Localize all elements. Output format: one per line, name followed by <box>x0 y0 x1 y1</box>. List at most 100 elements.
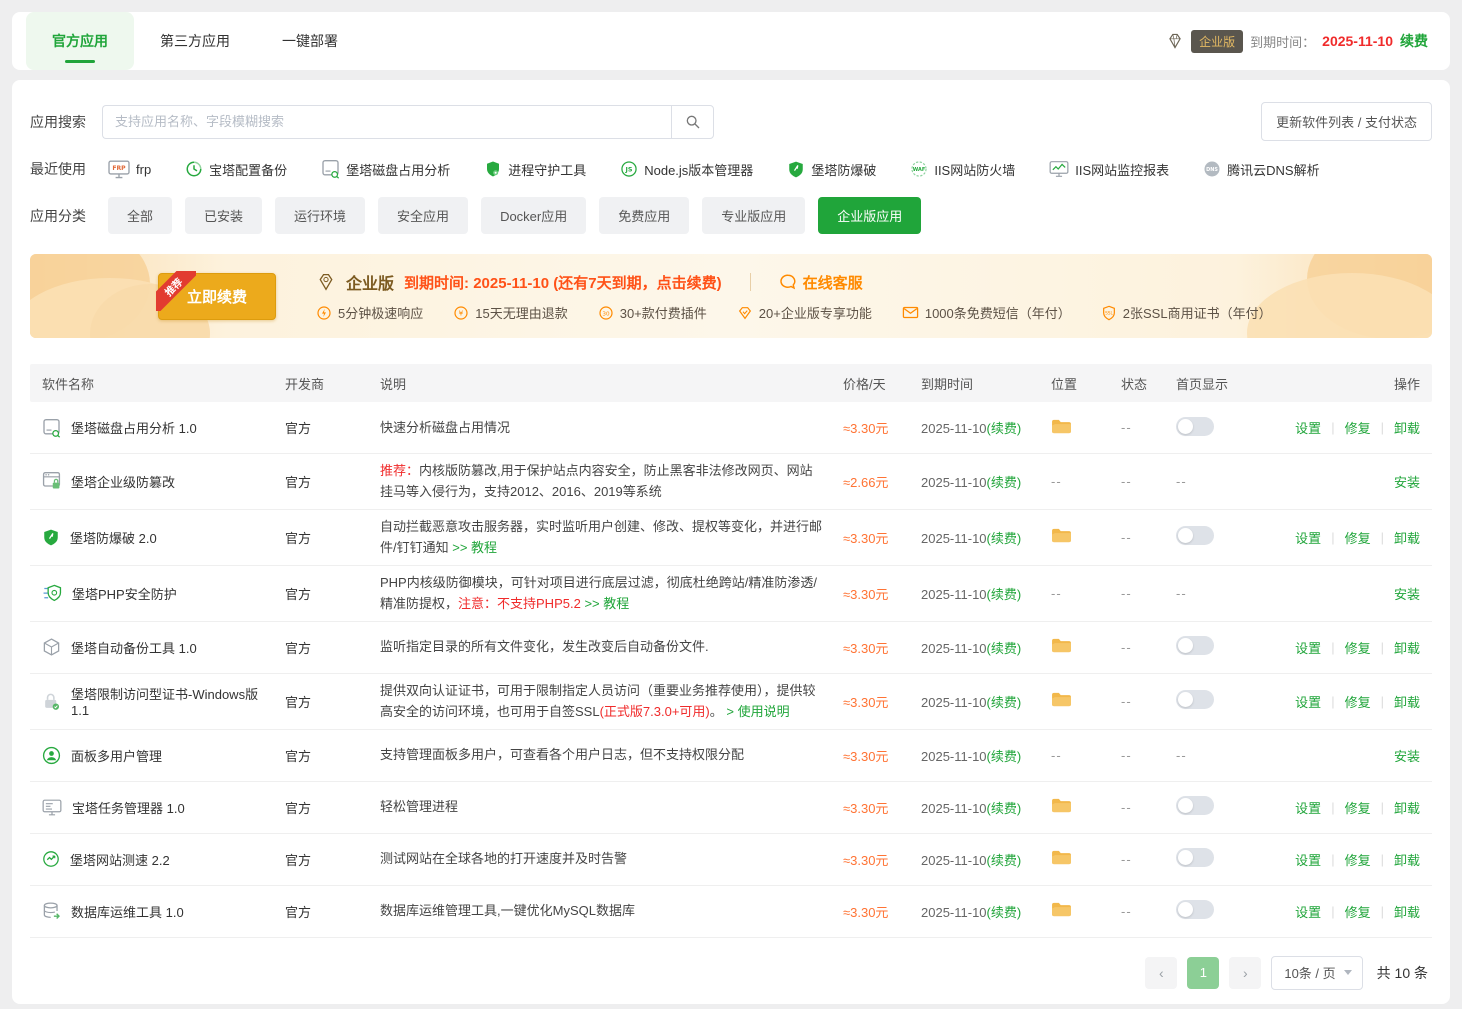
recent-app-item[interactable]: FRPfrp <box>108 160 151 179</box>
home-display-toggle[interactable] <box>1176 796 1214 815</box>
location-cell[interactable] <box>1051 637 1121 657</box>
row-renew-link[interactable]: (续费) <box>987 587 1022 602</box>
row-renew-link[interactable]: (续费) <box>987 531 1022 546</box>
chevron-down-icon <box>1344 970 1352 975</box>
action-link[interactable]: 设置 <box>1295 692 1321 711</box>
row-renew-link[interactable]: (续费) <box>987 801 1022 816</box>
category-button[interactable]: 专业版应用 <box>702 197 805 234</box>
tutorial-link[interactable]: > 使用说明 <box>726 704 789 719</box>
tab-2[interactable]: 一键部署 <box>256 12 364 70</box>
price-cell: ≈3.30元 <box>843 902 921 921</box>
renew-link[interactable]: 续费 <box>1400 31 1428 51</box>
row-renew-link[interactable]: (续费) <box>987 853 1022 868</box>
action-link[interactable]: 卸载 <box>1394 418 1420 437</box>
divider <box>750 273 751 291</box>
tutorial-link[interactable]: >> 教程 <box>452 540 497 555</box>
action-link[interactable]: 设置 <box>1295 528 1321 547</box>
column-header: 说明 <box>380 374 843 393</box>
expiry-cell: 2025-11-10(续费) <box>921 638 1051 657</box>
home-display-cell <box>1176 900 1291 922</box>
action-link[interactable]: 修复 <box>1345 798 1371 817</box>
home-display-toggle[interactable] <box>1176 636 1214 655</box>
location-cell[interactable] <box>1051 691 1121 711</box>
search-button[interactable] <box>671 105 714 139</box>
action-link[interactable]: 修复 <box>1345 638 1371 657</box>
action-link[interactable]: 安装 <box>1394 584 1420 603</box>
category-button[interactable]: 运行环境 <box>275 197 365 234</box>
svg-text:30: 30 <box>602 311 610 317</box>
row-renew-link[interactable]: (续费) <box>987 695 1022 710</box>
recent-app-item[interactable]: JSNode.js版本管理器 <box>620 160 753 179</box>
action-link[interactable]: 修复 <box>1345 850 1371 869</box>
monitor-chart-icon <box>1049 160 1069 178</box>
recent-app-item[interactable]: 堡塔防爆破 <box>787 160 876 179</box>
action-link[interactable]: 卸载 <box>1394 902 1420 921</box>
empty-value: -- <box>1051 474 1062 489</box>
location-cell[interactable] <box>1051 527 1121 547</box>
description-cell: 自动拦截恶意攻击服务器，实时监听用户创建、修改、提权等变化，并进行邮件/钉钉通知… <box>380 516 843 559</box>
action-link[interactable]: 卸载 <box>1394 850 1420 869</box>
empty-value: -- <box>1121 420 1132 435</box>
row-renew-link[interactable]: (续费) <box>987 749 1022 764</box>
action-link[interactable]: 安装 <box>1394 746 1420 765</box>
tab-1[interactable]: 第三方应用 <box>134 12 256 70</box>
location-cell[interactable] <box>1051 797 1121 817</box>
action-link[interactable]: 设置 <box>1295 418 1321 437</box>
action-link[interactable]: 设置 <box>1295 902 1321 921</box>
category-button[interactable]: 全部 <box>108 197 172 234</box>
category-button[interactable]: 企业版应用 <box>818 197 921 234</box>
banner-expiry-text[interactable]: 到期时间: 2025-11-10 (还有7天到期，点击续费) <box>404 272 722 293</box>
row-renew-link[interactable]: (续费) <box>987 641 1022 656</box>
action-link[interactable]: 卸载 <box>1394 798 1420 817</box>
banner-feature-label: 2张SSL商用证书（年付） <box>1123 303 1272 322</box>
category-button[interactable]: 免费应用 <box>599 197 689 234</box>
home-display-toggle[interactable] <box>1176 690 1214 709</box>
category-button[interactable]: 安全应用 <box>378 197 468 234</box>
description-text: 数据库运维管理工具,一键优化MySQL数据库 <box>380 903 635 918</box>
home-display-toggle[interactable] <box>1176 526 1214 545</box>
recent-app-item[interactable]: 进程守护工具 <box>484 160 586 179</box>
home-display-toggle[interactable] <box>1176 417 1214 436</box>
tutorial-link[interactable]: >> 教程 <box>584 596 629 611</box>
expiry-date: 2025-11-10 <box>1322 33 1393 49</box>
action-link[interactable]: 卸载 <box>1394 692 1420 711</box>
backup-clock-icon <box>185 160 203 178</box>
search-input[interactable] <box>102 105 671 139</box>
location-cell[interactable] <box>1051 849 1121 869</box>
recent-app-item[interactable]: DNS腾讯云DNS解析 <box>1203 160 1319 179</box>
home-display-toggle[interactable] <box>1176 848 1214 867</box>
action-link[interactable]: 卸载 <box>1394 638 1420 657</box>
app-name-cell: 面板多用户管理 <box>30 746 285 765</box>
renew-now-button[interactable]: 立即续费 推荐 <box>158 273 276 320</box>
next-page-button[interactable]: › <box>1229 957 1261 989</box>
location-cell[interactable] <box>1051 901 1121 921</box>
action-link[interactable]: 卸载 <box>1394 528 1420 547</box>
action-link[interactable]: 修复 <box>1345 692 1371 711</box>
current-page-button[interactable]: 1 <box>1187 957 1219 989</box>
online-support-link[interactable]: 在线客服 <box>779 272 863 293</box>
empty-value: -- <box>1121 904 1132 919</box>
recent-app-item[interactable]: IIS网站监控报表 <box>1049 160 1169 179</box>
category-button[interactable]: Docker应用 <box>481 197 586 234</box>
recent-app-item[interactable]: 宝塔配置备份 <box>185 160 287 179</box>
prev-page-button[interactable]: ‹ <box>1145 957 1177 989</box>
location-cell[interactable] <box>1051 418 1121 438</box>
row-renew-link[interactable]: (续费) <box>987 475 1022 490</box>
action-link[interactable]: 修复 <box>1345 418 1371 437</box>
description-text: 自动拦截恶意攻击服务器，实时监听用户创建、修改、提权等变化，并进行邮件/钉钉通知 <box>380 519 822 555</box>
tab-0[interactable]: 官方应用 <box>26 12 134 70</box>
action-link[interactable]: 设置 <box>1295 850 1321 869</box>
action-link[interactable]: 设置 <box>1295 638 1321 657</box>
action-link[interactable]: 修复 <box>1345 528 1371 547</box>
action-link[interactable]: 安装 <box>1394 472 1420 491</box>
row-renew-link[interactable]: (续费) <box>987 421 1022 436</box>
recent-app-item[interactable]: 堡塔磁盘占用分析 <box>321 159 450 179</box>
row-renew-link[interactable]: (续费) <box>987 905 1022 920</box>
page-size-select[interactable]: 10条 / 页 <box>1271 956 1362 990</box>
action-link[interactable]: 设置 <box>1295 798 1321 817</box>
update-software-list-button[interactable]: 更新软件列表 / 支付状态 <box>1261 102 1432 141</box>
home-display-toggle[interactable] <box>1176 900 1214 919</box>
action-link[interactable]: 修复 <box>1345 902 1371 921</box>
recent-app-item[interactable]: WAFIIS网站防火墙 <box>910 160 1015 179</box>
category-button[interactable]: 已安装 <box>185 197 262 234</box>
